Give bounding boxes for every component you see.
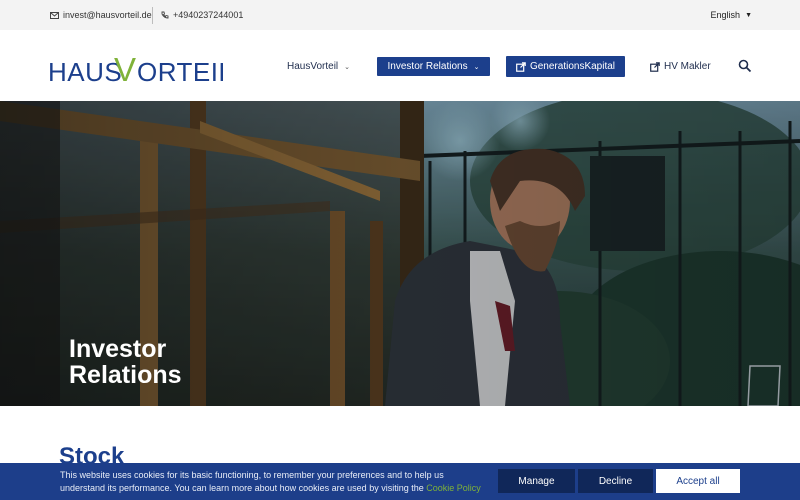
logo-part-v: V	[114, 51, 136, 85]
phone-text: +4940237244001	[173, 10, 244, 20]
mail-icon	[50, 11, 59, 19]
nav-hausvorteil-label: HausVorteil	[287, 61, 339, 72]
decline-cookies-button[interactable]: Decline	[578, 469, 653, 493]
email-link[interactable]: invest@hausvorteil.de	[50, 0, 152, 30]
language-selector[interactable]: English ▼	[711, 0, 752, 30]
nav-hv-makler[interactable]: HV Makler	[650, 56, 711, 77]
phone-link[interactable]: +4940237244001	[161, 0, 243, 30]
search-icon[interactable]	[738, 59, 752, 73]
external-link-icon	[516, 61, 526, 72]
logo-part-haus: HAUS	[48, 57, 122, 85]
cookie-text: This website uses cookies for its basic …	[60, 470, 444, 493]
logo-part-orteil: ORTEIL	[137, 57, 223, 85]
nav-generationskapital-label: GenerationsKapital	[529, 61, 616, 72]
manage-cookies-button[interactable]: Manage	[498, 469, 575, 493]
nav-investor-relations-label: Investor Relations	[387, 61, 468, 72]
phone-icon	[161, 11, 169, 19]
hero-title: Investor Relations	[69, 335, 182, 389]
language-label: English	[710, 10, 741, 20]
chevron-down-icon: ⌄	[473, 63, 480, 71]
accept-all-cookies-button[interactable]: Accept all	[656, 469, 740, 493]
caret-down-icon: ▼	[745, 11, 752, 19]
top-bar: invest@hausvorteil.de +4940237244001 Eng…	[0, 0, 800, 30]
logo[interactable]: HAUS V ORTEIL	[48, 50, 223, 85]
nav-investor-relations[interactable]: Investor Relations ⌄	[377, 57, 490, 76]
external-link-icon	[650, 61, 660, 72]
cookie-policy-link[interactable]: Cookie Policy	[426, 483, 481, 493]
divider	[152, 7, 153, 24]
nav-hausvorteil[interactable]: HausVorteil ⌄	[287, 56, 350, 77]
chevron-down-icon: ⌄	[344, 63, 351, 71]
nav-generationskapital[interactable]: GenerationsKapital	[506, 56, 625, 77]
cookie-message: This website uses cookies for its basic …	[60, 469, 490, 495]
email-text: invest@hausvorteil.de	[63, 10, 152, 20]
nav-hv-makler-label: HV Makler	[664, 61, 711, 72]
